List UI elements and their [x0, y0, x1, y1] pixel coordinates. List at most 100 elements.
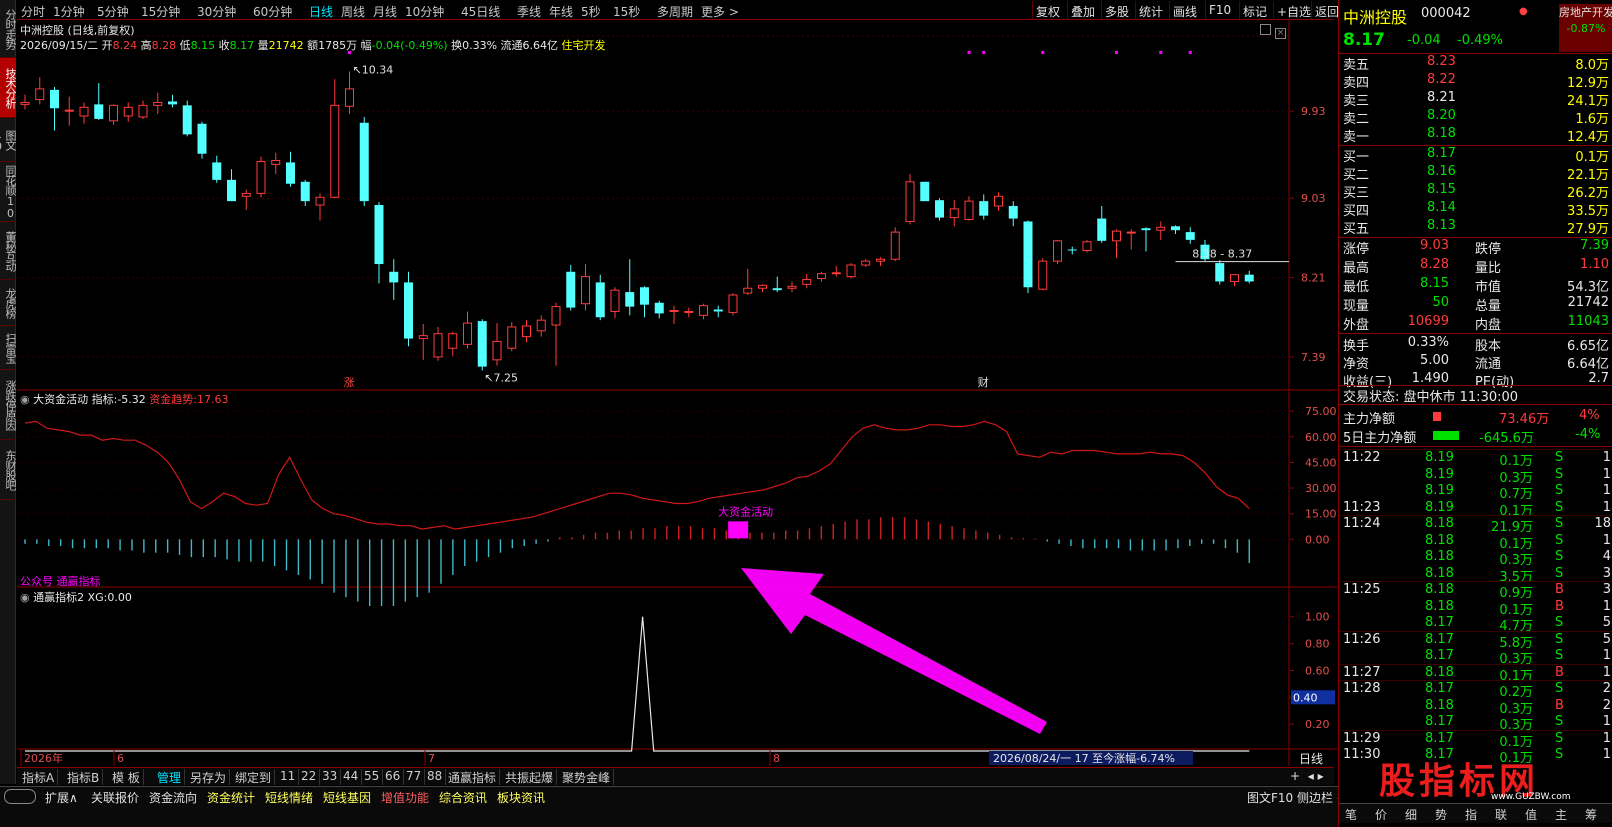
- period-9[interactable]: 10分钟: [405, 3, 444, 20]
- collapse-icon[interactable]: ◉: [20, 393, 30, 406]
- period-13[interactable]: 5秒: [581, 3, 601, 20]
- ask-row[interactable]: 卖二 8.20 1.6万: [1339, 108, 1612, 127]
- tool-3[interactable]: 统计: [1135, 1, 1166, 19]
- tick-tab-1[interactable]: 价: [1375, 806, 1387, 823]
- fund-activity-signal[interactable]: [728, 521, 749, 539]
- tool-5[interactable]: F10: [1205, 1, 1234, 19]
- function-btn-2[interactable]: 资金流向: [146, 789, 200, 805]
- tool-2[interactable]: 多股: [1101, 1, 1132, 19]
- tool-0[interactable]: 复权: [1032, 1, 1063, 19]
- ask-row[interactable]: 卖一 8.18 12.4万: [1339, 126, 1612, 145]
- period-14[interactable]: 15秒: [613, 3, 640, 20]
- indicator-tab-14[interactable]: 通赢指标: [445, 769, 501, 785]
- period-11[interactable]: 季线: [517, 3, 541, 20]
- indicator-tab-15[interactable]: 共振起爆: [502, 769, 558, 785]
- indicator1-name[interactable]: 大资金活动: [33, 393, 88, 406]
- event-marker-finance[interactable]: 财: [978, 375, 989, 389]
- tool-7[interactable]: +自选: [1273, 1, 1314, 19]
- tick-tab-3[interactable]: 势: [1435, 806, 1447, 823]
- indicator-tab-1[interactable]: 指标B: [64, 769, 104, 785]
- alert-icon[interactable]: ●: [1519, 6, 1528, 17]
- indicator-tab-8[interactable]: 33: [319, 769, 342, 785]
- restore-icon[interactable]: [1260, 24, 1271, 35]
- period-2[interactable]: 5分钟: [97, 3, 129, 20]
- tool-6[interactable]: 标记: [1239, 1, 1270, 19]
- left-tab-4[interactable]: 董秘互动: [0, 222, 16, 280]
- indicator-tab-16[interactable]: 聚势金峰: [559, 769, 615, 785]
- indicator-tab-9[interactable]: 44: [340, 769, 363, 785]
- indicator-tab-3[interactable]: 管理: [154, 769, 186, 785]
- tick-tab-4[interactable]: 指: [1465, 806, 1477, 823]
- tick-row: 11:28 8.17 0.2万 S 2: [1339, 681, 1612, 700]
- period-12[interactable]: 年线: [549, 3, 573, 20]
- function-btn-1[interactable]: 关联报价: [88, 789, 142, 805]
- period-0[interactable]: 分时: [21, 3, 45, 20]
- arrow-right-icon[interactable]: ▸: [1318, 769, 1324, 783]
- period-7[interactable]: 周线: [341, 3, 365, 20]
- indicator-tab-0[interactable]: 指标A: [19, 769, 59, 785]
- tick-tab-0[interactable]: 笔: [1345, 806, 1357, 823]
- tool-4[interactable]: 画线: [1169, 1, 1200, 19]
- period-15[interactable]: 多周期: [657, 3, 693, 20]
- period-16[interactable]: 更多 >: [701, 3, 739, 20]
- function-btn-0[interactable]: 扩展∧: [42, 789, 81, 805]
- indicator-tab-12[interactable]: 77: [403, 769, 426, 785]
- ask-row[interactable]: 卖五 8.23 8.0万: [1339, 54, 1612, 73]
- tick-tab-5[interactable]: 联: [1495, 806, 1507, 823]
- bid-row[interactable]: 买二 8.16 22.1万: [1339, 164, 1612, 183]
- indicator-tab-10[interactable]: 55: [361, 769, 384, 785]
- period-4[interactable]: 30分钟: [197, 3, 236, 20]
- tick-tab-6[interactable]: 值: [1525, 806, 1537, 823]
- left-tab-0[interactable]: 分时走势: [0, 0, 16, 58]
- indicator-tab-11[interactable]: 66: [382, 769, 405, 785]
- left-tab-8[interactable]: 东财股吧: [0, 440, 16, 500]
- stock-name[interactable]: 中洲控股: [1343, 4, 1407, 28]
- indicator2-name[interactable]: 通赢指标2: [33, 591, 84, 604]
- collapse-icon[interactable]: ◉: [20, 591, 30, 604]
- toggle-icon[interactable]: [4, 789, 36, 804]
- bid-row[interactable]: 买四 8.14 33.5万: [1339, 200, 1612, 219]
- period-10[interactable]: 45日线: [461, 3, 500, 20]
- indicator-tab-2[interactable]: 模 板: [109, 769, 144, 785]
- ask-row[interactable]: 卖四 8.22 12.9万: [1339, 72, 1612, 91]
- arrow-left-icon[interactable]: ◂: [1308, 769, 1314, 783]
- tick-tab-8[interactable]: 筹: [1585, 806, 1597, 823]
- x-axis-period[interactable]: 日线: [1299, 752, 1323, 766]
- function-btn-5[interactable]: 短线基因: [320, 789, 374, 805]
- period-5[interactable]: 60分钟: [253, 3, 292, 20]
- panel-window-controls[interactable]: ×: [1260, 24, 1290, 39]
- left-tab-3[interactable]: 同花顺10: [0, 162, 16, 222]
- bid-row[interactable]: 买五 8.13 27.9万: [1339, 218, 1612, 237]
- indicator-tab-5[interactable]: 绑定到: [232, 769, 276, 785]
- tool-1[interactable]: 叠加: [1067, 1, 1098, 19]
- close-icon[interactable]: ×: [1275, 28, 1286, 39]
- tabbar-controls[interactable]: + ◂ ▸: [1290, 769, 1324, 783]
- left-tab-6[interactable]: 扫雷宝: [0, 326, 16, 370]
- function-btn-6[interactable]: 增值功能: [378, 789, 432, 805]
- info-concept[interactable]: 住宅开发: [562, 39, 606, 52]
- left-tab-7[interactable]: 涨跌停原因: [0, 370, 16, 440]
- left-tab-1[interactable]: 技术分析: [0, 58, 16, 118]
- plus-icon[interactable]: +: [1290, 769, 1300, 783]
- period-3[interactable]: 15分钟: [141, 3, 180, 20]
- left-tab-5[interactable]: 龙虎榜: [0, 280, 16, 326]
- left-tab-2[interactable]: 图文10: [0, 118, 16, 162]
- indicator-tab-13[interactable]: 88: [424, 769, 447, 785]
- function-btn-3[interactable]: 资金统计: [204, 789, 258, 805]
- ask-row[interactable]: 卖三 8.21 24.1万: [1339, 90, 1612, 109]
- indicator-tab-4[interactable]: 另存为: [187, 769, 231, 785]
- indicator-tab-6[interactable]: 11: [277, 769, 300, 785]
- function-btn-8[interactable]: 板块资讯: [494, 789, 548, 805]
- period-6[interactable]: 日线: [309, 3, 333, 20]
- function-btn-4[interactable]: 短线情绪: [262, 789, 316, 805]
- sidebar-toggle[interactable]: 图文F10 侧边栏 «: [1244, 789, 1347, 805]
- function-btn-7[interactable]: 综合资讯: [436, 789, 490, 805]
- period-8[interactable]: 月线: [373, 3, 397, 20]
- event-marker-up[interactable]: 涨: [344, 376, 355, 389]
- bid-row[interactable]: 买三 8.15 26.2万: [1339, 182, 1612, 201]
- tick-tab-7[interactable]: 主: [1555, 806, 1567, 823]
- bid-row[interactable]: 买一 8.17 0.1万: [1339, 146, 1612, 165]
- tick-tab-2[interactable]: 细: [1405, 806, 1417, 823]
- period-1[interactable]: 1分钟: [53, 3, 85, 20]
- indicator-tab-7[interactable]: 22: [298, 769, 321, 785]
